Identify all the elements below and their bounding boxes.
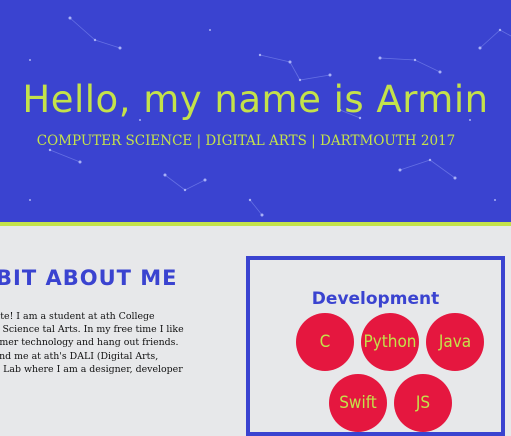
hero-banner: Hello, my name is Armin COMPUTER SCIENCE… <box>0 0 511 222</box>
about-body: for vising my website! I am a student at… <box>0 311 184 375</box>
about-section: BIT ABOUT ME for vising my website! I am… <box>0 226 240 423</box>
skill-bubble-swift: Swift <box>329 374 387 432</box>
about-title: BIT ABOUT ME <box>0 266 178 290</box>
skill-bubble-js: JS <box>394 374 452 432</box>
development-skills-card: Development C Python Java Swift JS <box>246 256 505 436</box>
skill-bubble-python: Python <box>361 313 419 371</box>
hero-subtitle: COMPUTER SCIENCE | DIGITAL ARTS | DARTMO… <box>36 133 456 149</box>
skill-bubble-java: Java <box>426 313 484 371</box>
skill-bubble-c: C <box>296 313 354 371</box>
skills-title: Development <box>311 289 440 309</box>
hero-title: Hello, my name is Armin <box>22 78 489 121</box>
